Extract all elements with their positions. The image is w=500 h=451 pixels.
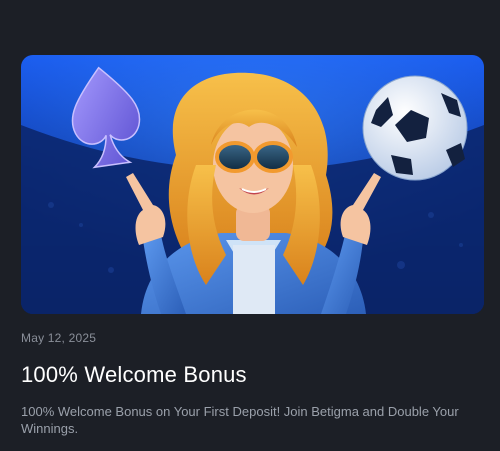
promo-banner-image[interactable] [21,55,484,314]
promo-description: 100% Welcome Bonus on Your First Deposit… [21,404,459,436]
promo-date: May 12, 2025 [21,331,97,345]
soccer-ball-icon [362,75,468,181]
promo-card[interactable]: May 12, 2025 100% Welcome Bonus 100% Wel… [0,0,500,451]
promo-title[interactable]: 100% Welcome Bonus [21,362,247,388]
